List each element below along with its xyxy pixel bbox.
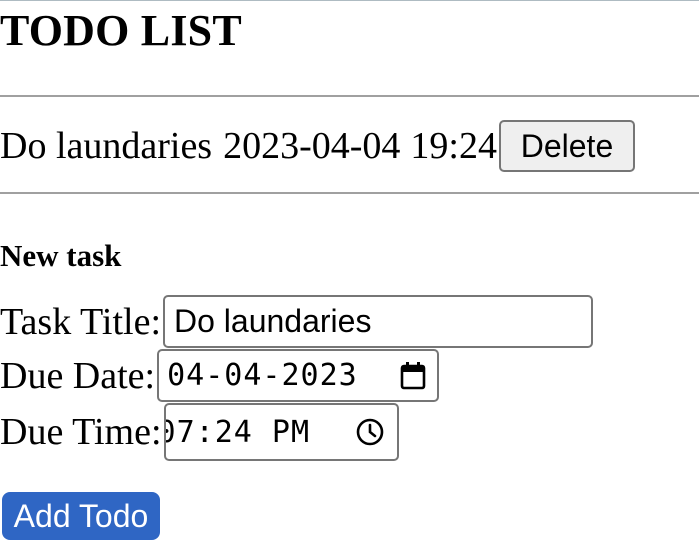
calendar-icon[interactable]: [399, 361, 427, 391]
due-time-value: 07:24 PM: [163, 414, 311, 450]
page-title: TODO LIST: [0, 6, 242, 55]
task-title-input[interactable]: Do laundaries: [163, 295, 593, 348]
todo-item: Do laundaries 2023-04-04 19:24 Delete: [0, 120, 635, 172]
divider-bottom: [0, 192, 699, 194]
todo-item-time: 19:24: [410, 125, 497, 167]
delete-button[interactable]: Delete: [498, 120, 635, 172]
divider-top: [0, 95, 699, 97]
due-time-label: Due Time:: [0, 411, 162, 453]
due-time-row: Due Time: 07:24 PM: [0, 403, 399, 461]
due-date-label: Due Date:: [0, 354, 156, 397]
clock-icon[interactable]: [355, 417, 385, 447]
due-time-input[interactable]: 07:24 PM: [163, 403, 399, 461]
task-title-row: Task Title: Do laundaries: [0, 295, 593, 348]
add-todo-button[interactable]: Add Todo: [2, 492, 160, 540]
todo-item-title: Do laundaries: [0, 125, 213, 167]
due-date-value: 04-04-2023: [167, 358, 358, 393]
due-date-row: Due Date: 04-04-2023: [0, 349, 440, 402]
task-title-value: Do laundaries: [174, 303, 372, 339]
new-task-heading: New task: [0, 238, 122, 273]
task-title-label: Task Title:: [0, 300, 161, 343]
todo-page: TODO LIST Do laundaries 2023-04-04 19:24…: [0, 0, 699, 559]
due-date-input[interactable]: 04-04-2023: [157, 349, 440, 402]
todo-item-date: 2023-04-04: [223, 125, 401, 167]
